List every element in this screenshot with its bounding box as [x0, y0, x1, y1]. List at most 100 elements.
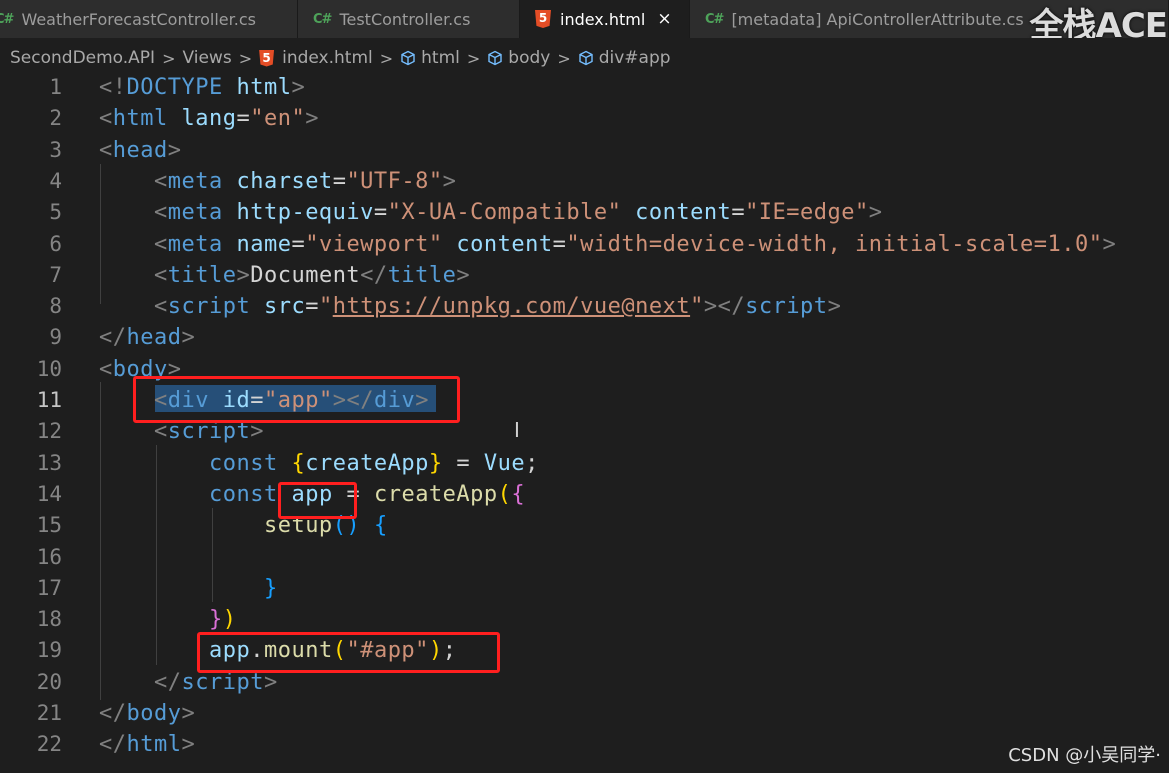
line-number: 11 [36, 388, 62, 412]
code-text: }) [99, 604, 236, 635]
tab-testcontroller[interactable]: C# TestController.cs [298, 0, 520, 38]
line-number: 5 [49, 200, 62, 225]
breadcrumb-item-file[interactable]: index.html [259, 48, 373, 68]
code-line[interactable]: 7 <title>Document</title> [0, 260, 1169, 291]
code-token: DOCTYPE [126, 75, 223, 100]
code-text: <html lang="en"> [99, 103, 319, 134]
annotation-box-div-app [133, 376, 460, 423]
code-line[interactable]: 13 const {createApp} = Vue; [0, 448, 1169, 479]
code-token: ( [497, 481, 512, 507]
close-icon[interactable]: × [657, 9, 671, 29]
code-token: < [99, 106, 113, 132]
annotation-box-mount [197, 632, 500, 673]
code-token: meta [167, 231, 223, 257]
code-editor[interactable]: 1 <!DOCTYPE html> 2 <html lang="en"> 3 <head>… [0, 72, 1169, 773]
code-token: html [222, 75, 292, 100]
breadcrumb-item-views[interactable]: Views [182, 48, 231, 68]
code-token: ) [222, 607, 237, 633]
code-line[interactable]: 16 [0, 542, 1169, 573]
code-text: <head> [99, 135, 181, 166]
line-number: 15 [36, 513, 62, 538]
breadcrumb-label: body [508, 48, 551, 68]
breadcrumb-item-html[interactable]: html [400, 48, 460, 68]
code-token: = [305, 294, 319, 320]
code-token: src [250, 294, 306, 320]
annotation-box-app-variable [278, 482, 357, 519]
code-token: > [442, 168, 457, 194]
tab-label: TestController.cs [339, 9, 471, 29]
chevron-right-icon: > [238, 48, 253, 68]
code-token: html [126, 732, 182, 758]
code-line[interactable]: 14 const app = createApp({ [0, 479, 1169, 510]
code-line[interactable]: 19 app.mount("#app"); [0, 635, 1169, 666]
code-line[interactable]: 21 </body> [0, 698, 1169, 729]
line-number: 18 [36, 607, 62, 632]
code-text: } [99, 573, 278, 604]
breadcrumb-item-project[interactable]: SecondDemo.API [10, 48, 155, 68]
code-text: <title>Document</title> [99, 260, 470, 291]
code-text: <script src="https://unpkg.com/vue@next"… [99, 291, 841, 322]
code-token: = [552, 231, 567, 257]
code-token: createApp [373, 481, 498, 507]
tab-label: WeatherForecastController.cs [21, 9, 256, 29]
code-line[interactable]: 2 <html lang="en"> [0, 103, 1169, 134]
code-token: meta [167, 200, 223, 226]
tab-label: [metadata] ApiControllerAttribute.cs [731, 9, 1024, 29]
code-line[interactable]: 3 <head> [0, 135, 1169, 166]
tab-weatherforecastcontroller[interactable]: C# WeatherForecastController.cs [0, 0, 298, 38]
line-number: 14 [36, 481, 62, 506]
code-token: < [153, 419, 168, 445]
code-line[interactable]: 5 <meta http-equiv="X-UA-Compatible" con… [0, 197, 1169, 228]
code-text: <meta name="viewport" content="width=dev… [99, 229, 1116, 260]
code-line[interactable]: 8 <script src="https://unpkg.com/vue@nex… [0, 291, 1169, 322]
code-token: } [208, 607, 223, 633]
code-token: { [291, 450, 306, 476]
line-number: 4 [49, 168, 62, 193]
code-token: "IE=edge" [745, 200, 869, 226]
code-token: title [167, 262, 237, 288]
code-token: body [126, 701, 182, 726]
code-line[interactable]: 9 </head> [0, 322, 1169, 353]
code-line[interactable]: 17 } [0, 573, 1169, 604]
code-line[interactable]: 4 <meta charset="UTF-8"> [0, 166, 1169, 197]
breadcrumb-item-body[interactable]: body [487, 48, 550, 68]
csharp-icon: C# [0, 11, 14, 27]
code-text: </head> [99, 322, 195, 353]
code-token: } [428, 450, 443, 476]
html5-icon [259, 49, 275, 67]
line-number: 13 [36, 450, 62, 475]
code-line[interactable]: 15 setup() { [0, 510, 1169, 541]
code-token: < [153, 262, 168, 288]
code-token: = [731, 200, 746, 226]
chevron-right-icon: > [557, 48, 571, 68]
code-line[interactable]: 6 <meta name="viewport" content="width=d… [0, 229, 1169, 260]
code-line[interactable]: 1 <!DOCTYPE html> [0, 72, 1169, 103]
code-text: <meta charset="UTF-8"> [99, 166, 456, 197]
code-line[interactable]: 20 </script> [0, 667, 1169, 698]
code-token: "viewport" [305, 231, 443, 257]
chevron-right-icon: > [466, 48, 481, 68]
code-token: = [291, 231, 306, 257]
line-number: 17 [36, 575, 62, 600]
tab-index-html[interactable]: index.html × [520, 0, 690, 38]
code-line[interactable]: 18 }) [0, 604, 1169, 635]
code-token: content [442, 231, 553, 257]
code-token: " [690, 294, 704, 320]
chevron-right-icon: > [379, 48, 394, 68]
code-token: > [305, 106, 319, 132]
code-line[interactable]: 22 </html> [0, 729, 1169, 760]
breadcrumb-label: index.html [282, 48, 373, 68]
breadcrumb-item-div-app[interactable]: div#app [578, 48, 671, 68]
code-token: < [153, 168, 168, 194]
code-token: = [442, 450, 484, 476]
